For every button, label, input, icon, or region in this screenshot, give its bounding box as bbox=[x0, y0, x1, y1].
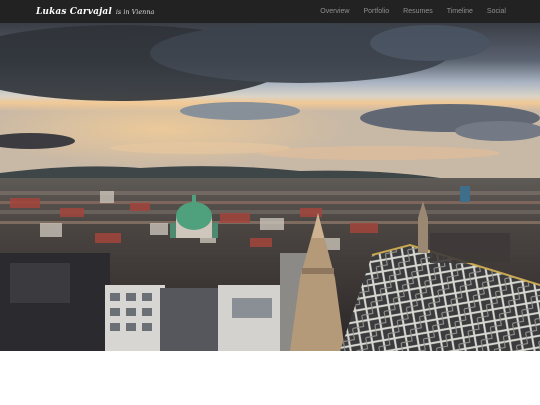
page-body bbox=[0, 351, 540, 405]
brand-name[interactable]: Lukas Carvajal bbox=[36, 7, 112, 17]
hero-image bbox=[0, 23, 540, 351]
nav-link-resumes[interactable]: Resumes bbox=[403, 8, 433, 15]
nav-link-social[interactable]: Social bbox=[487, 8, 506, 15]
brand-subtitle: is in Vienna bbox=[115, 7, 155, 16]
nav-link-portfolio[interactable]: Portfolio bbox=[363, 8, 389, 15]
vienna-skyline-photo bbox=[0, 23, 540, 351]
nav-links: Overview Portfolio Resumes Timeline Soci… bbox=[306, 8, 506, 15]
top-navbar: Lukas Carvajal is in Vienna Overview Por… bbox=[0, 0, 540, 23]
site-brand[interactable]: Lukas Carvajal is in Vienna bbox=[36, 7, 154, 17]
nav-link-overview[interactable]: Overview bbox=[320, 8, 349, 15]
nav-link-timeline[interactable]: Timeline bbox=[447, 8, 473, 15]
